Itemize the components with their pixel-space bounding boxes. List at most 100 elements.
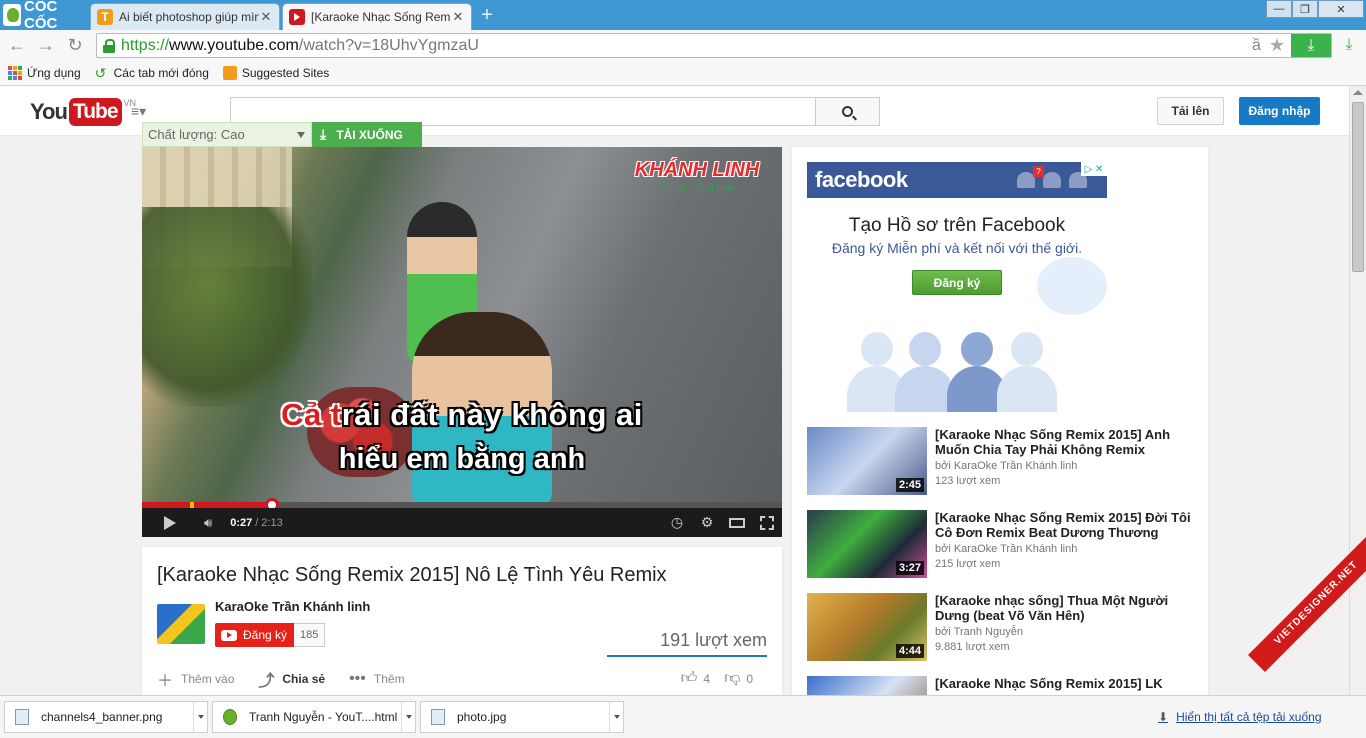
downloads-icon[interactable]: ⤓ bbox=[1340, 36, 1358, 54]
youtube-play-icon bbox=[221, 629, 237, 641]
dislike-count: 0 bbox=[746, 671, 753, 686]
facebook-ad[interactable]: facebook ? ▷ ✕ Tạo Hồ sơ trên Facebook Đ… bbox=[807, 162, 1107, 412]
related-title[interactable]: [Karaoke Nhạc Sống Remix 2015] LK bbox=[935, 676, 1200, 691]
add-to-label: Thêm vào bbox=[181, 672, 235, 686]
related-video[interactable]: 3:27 [Karaoke Nhạc Sống Remix 2015] Đời … bbox=[807, 510, 1202, 580]
new-tab-button[interactable]: + bbox=[477, 5, 497, 25]
tab-photoshop[interactable]: T Ai biết photoshop giúp mình tấ ✕ bbox=[90, 3, 280, 30]
thumbs-up-icon[interactable]: 👍︎ bbox=[681, 669, 698, 688]
sign-in-button[interactable]: Đăng nhập bbox=[1239, 97, 1320, 125]
ad-choices-close-icon[interactable]: ▷ ✕ bbox=[1081, 162, 1107, 176]
close-window-button[interactable]: ✕ bbox=[1318, 0, 1364, 18]
related-thumbnail[interactable]: 2:45 bbox=[807, 427, 927, 495]
bookmark-star-icon[interactable]: ★ bbox=[1269, 35, 1285, 56]
page-scrollbar[interactable] bbox=[1349, 86, 1366, 695]
volume-icon[interactable]: 🔊︎ bbox=[204, 515, 212, 531]
related-thumbnail[interactable] bbox=[807, 676, 927, 695]
subscriber-count: 185 bbox=[294, 623, 326, 647]
person-silhouette bbox=[997, 332, 1057, 412]
related-thumbnail[interactable]: 3:27 bbox=[807, 510, 927, 578]
download-media-button[interactable]: ⤓ bbox=[1291, 34, 1331, 57]
address-bar[interactable]: https:// www.youtube.com /watch?v=18UhvY… bbox=[96, 33, 1332, 58]
people-silhouettes-graphic bbox=[847, 332, 1067, 412]
suggested-sites-icon bbox=[222, 65, 237, 80]
channel-avatar[interactable] bbox=[157, 604, 205, 644]
player-controls: 🔊︎ 0:27 / 2:13 ◷ ⚙ bbox=[142, 508, 782, 537]
ad-headline: Tạo Hồ sơ trên Facebook bbox=[848, 215, 1066, 236]
player-controls-right: ◷ ⚙ bbox=[662, 508, 782, 537]
browser-toolbar: ← → ↻ https:// www.youtube.com /watch?v=… bbox=[0, 30, 1366, 60]
related-views: 215 lượt xem bbox=[935, 558, 1001, 570]
tab-close-icon[interactable]: ✕ bbox=[451, 9, 465, 25]
history-icon: ↺ bbox=[94, 64, 107, 81]
play-icon[interactable] bbox=[164, 515, 176, 530]
download-item[interactable]: photo.jpg bbox=[420, 701, 624, 733]
video-title: [Karaoke Nhạc Sống Remix 2015] Nô Lệ Tìn… bbox=[157, 564, 667, 586]
download-item[interactable]: channels4_banner.png bbox=[4, 701, 208, 733]
related-title[interactable]: [Karaoke nhạc sống] Thua Một Người Dưng … bbox=[935, 593, 1200, 623]
fullscreen-icon[interactable] bbox=[760, 515, 774, 530]
more-button[interactable]: ••• Thêm bbox=[349, 670, 405, 688]
thumbs-down-icon[interactable]: 👎︎ bbox=[724, 669, 740, 688]
download-filename: Tranh Nguyễn - YouT....html bbox=[249, 710, 398, 724]
image-file-icon bbox=[15, 709, 29, 725]
add-to-button[interactable]: ＋ Thêm vào bbox=[157, 667, 234, 691]
reload-icon[interactable]: ↻ bbox=[64, 34, 86, 56]
person-silhouette bbox=[895, 332, 955, 412]
coccoc-brand-button[interactable]: CỐC CỐC bbox=[0, 0, 88, 32]
watch-later-icon[interactable]: ◷ bbox=[662, 514, 692, 531]
related-duration: 2:45 bbox=[895, 478, 924, 492]
related-title[interactable]: [Karaoke Nhạc Sống Remix 2015] Anh Muốn … bbox=[935, 427, 1200, 457]
theater-mode-icon[interactable] bbox=[729, 517, 745, 528]
scrollbar-thumb[interactable] bbox=[1352, 102, 1364, 272]
ad-header-bar: facebook ? ▷ ✕ bbox=[807, 162, 1107, 198]
channel-name-link[interactable]: KaraOke Trần Khánh linh bbox=[215, 599, 370, 614]
restore-button[interactable]: ❐ bbox=[1292, 0, 1318, 18]
ad-signup-button[interactable]: Đăng ký bbox=[912, 270, 1002, 295]
share-label: Chia sẻ bbox=[282, 672, 326, 686]
chevron-down-icon[interactable] bbox=[401, 702, 415, 732]
video-frame[interactable]: KHÁNH LINH Cai Lậy - Đồng Tháp Cả trái đ… bbox=[142, 147, 782, 512]
apps-grid-icon bbox=[8, 65, 22, 80]
related-video[interactable]: [Karaoke Nhạc Sống Remix 2015] LK bbox=[807, 676, 1202, 695]
tab-youtube[interactable]: [Karaoke Nhạc Sống Remix 2015] ✕ bbox=[282, 3, 472, 30]
upload-button[interactable]: Tải lên bbox=[1157, 97, 1224, 125]
subscribe-button[interactable]: Đăng ký bbox=[215, 623, 296, 647]
bookmark-recent-tabs[interactable]: ↺ Các tab mới đóng bbox=[95, 66, 209, 80]
quality-select[interactable]: Chất lượng: Cao bbox=[142, 122, 312, 147]
related-thumbnail[interactable]: 4:44 bbox=[807, 593, 927, 661]
bookmark-suggested-sites[interactable]: Suggested Sites bbox=[222, 65, 330, 80]
minimize-button[interactable]: — bbox=[1266, 0, 1292, 18]
lock-icon bbox=[103, 38, 115, 53]
share-button[interactable]: ⤴ Chia sẻ bbox=[258, 667, 325, 691]
forward-arrow-icon[interactable]: → bbox=[35, 34, 57, 56]
vietnamese-input-icon[interactable]: ầ bbox=[1252, 37, 1261, 55]
settings-gear-icon[interactable]: ⚙ bbox=[692, 514, 722, 531]
youtube-favicon-icon bbox=[289, 9, 305, 25]
related-video[interactable]: 4:44 [Karaoke nhạc sống] Thua Một Người … bbox=[807, 593, 1202, 663]
video-download-button[interactable]: ⤓ TẢI XUỐNG bbox=[312, 122, 422, 147]
search-button[interactable] bbox=[815, 97, 880, 126]
tab-title: Ai biết photoshop giúp mình tấ bbox=[119, 10, 259, 24]
download-arrow-icon: ⬇ bbox=[1158, 710, 1169, 724]
url-scheme: https:// bbox=[121, 36, 170, 54]
watch-sidebar: facebook ? ▷ ✕ Tạo Hồ sơ trên Facebook Đ… bbox=[792, 147, 1208, 695]
video-player[interactable]: KHÁNH LINH Cai Lậy - Đồng Tháp Cả trái đ… bbox=[142, 147, 782, 537]
related-views: 123 lượt xem bbox=[935, 475, 1001, 487]
address-bar-actions: ầ ★ ⤓ bbox=[1252, 34, 1331, 57]
download-item[interactable]: Tranh Nguyễn - YouT....html bbox=[212, 701, 416, 733]
guide-menu-icon[interactable]: ≡▾ bbox=[131, 104, 155, 118]
chevron-down-icon[interactable] bbox=[193, 702, 207, 732]
tab-close-icon[interactable]: ✕ bbox=[259, 9, 273, 25]
related-title[interactable]: [Karaoke Nhạc Sống Remix 2015] Đời Tôi C… bbox=[935, 510, 1200, 540]
bookmark-label: Suggested Sites bbox=[241, 65, 330, 80]
chevron-down-icon[interactable] bbox=[609, 702, 623, 732]
back-arrow-icon[interactable]: ← bbox=[6, 34, 28, 56]
related-video[interactable]: 2:45 [Karaoke Nhạc Sống Remix 2015] Anh … bbox=[807, 427, 1202, 497]
show-all-downloads-link[interactable]: ⬇ Hiển thị tất cả tệp tải xuống bbox=[1158, 710, 1322, 724]
video-scene-grass bbox=[142, 207, 312, 407]
scroll-up-arrow-icon[interactable] bbox=[1353, 90, 1363, 95]
time-duration: 2:13 bbox=[261, 516, 283, 529]
youtube-logo[interactable]: You Tube VN bbox=[30, 98, 136, 126]
bookmark-apps[interactable]: Ứng dụng bbox=[8, 65, 81, 80]
